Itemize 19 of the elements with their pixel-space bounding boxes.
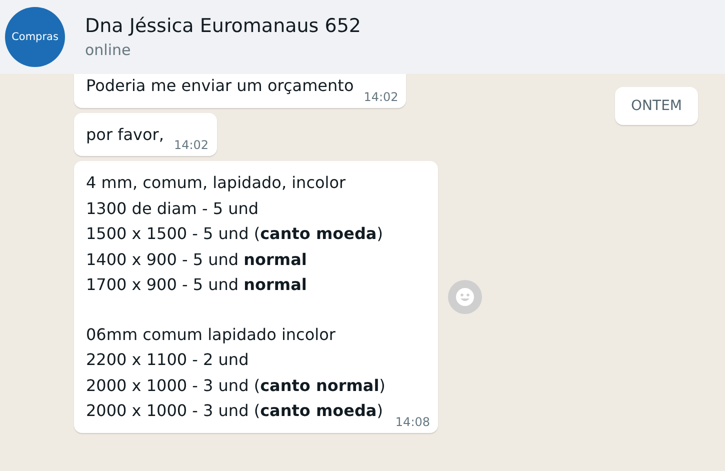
avatar[interactable]: Compras (5, 7, 65, 67)
message-text: 06mm comum lapidado incolor (86, 324, 336, 346)
message-text: 2000 x 1000 - 3 und (canto moeda) (86, 400, 384, 422)
message-text: 4 mm, comum, lapidado, incolor (86, 172, 347, 194)
message-time: 14:02 (174, 138, 209, 152)
message-text: 1300 de diam - 5 und (86, 198, 260, 220)
message-time: 14:08 (395, 414, 430, 428)
message-text: 2000 x 1000 - 3 und (canto normal) (86, 374, 386, 396)
date-chip: ONTEM (615, 87, 698, 125)
message-text: Poderia me enviar um orçamento (86, 75, 354, 97)
contact-name: Dna Jéssica Euromanaus 652 (85, 15, 362, 37)
message-text: 1700 x 900 - 5 und normal (86, 274, 308, 296)
message-text: 1500 x 1500 - 5 und (canto moeda) (86, 223, 384, 245)
message-text: 1400 x 900 - 5 und normal (86, 248, 308, 270)
message-text: por favor, (86, 124, 164, 146)
message-text: 2200 x 1100 - 2 und (86, 349, 250, 371)
smiley-icon[interactable] (448, 280, 482, 314)
contact-status: online (85, 41, 132, 59)
message-time: 14:02 (364, 90, 398, 104)
